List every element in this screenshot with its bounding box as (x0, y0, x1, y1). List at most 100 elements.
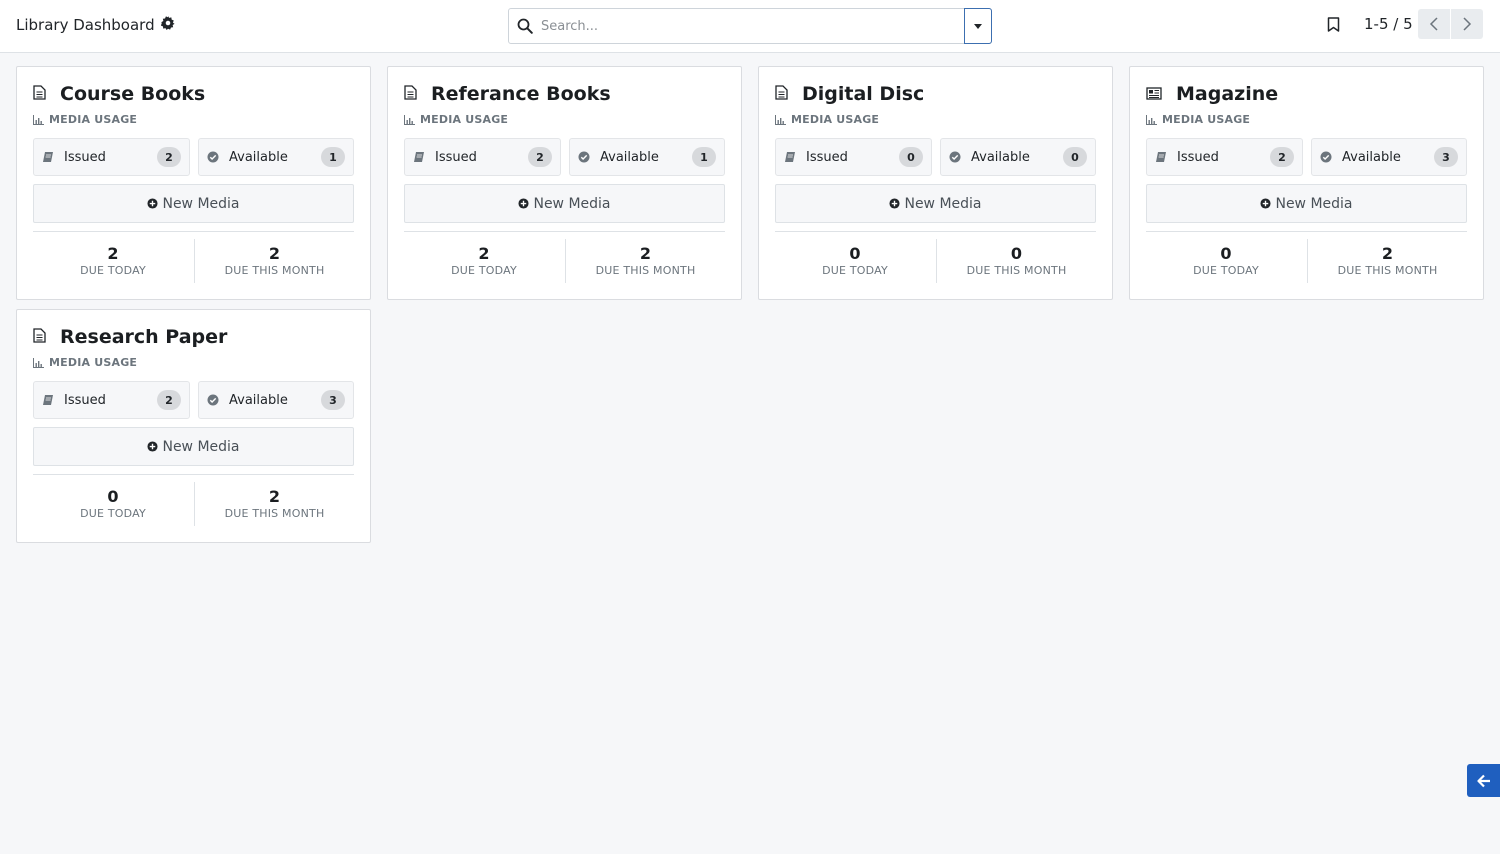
new-media-label: New Media (533, 195, 611, 212)
due-today-stat[interactable]: 0 DUE TODAY (1146, 239, 1306, 283)
due-today-stat[interactable]: 0 DUE TODAY (775, 239, 935, 283)
available-stat-button[interactable]: Available 3 (1311, 138, 1467, 176)
book-icon (414, 152, 424, 162)
card-title[interactable]: Digital Disc (802, 83, 924, 105)
document-icon (33, 327, 46, 347)
kanban-card: Research Paper MEDIA USAGE Issued 2 Avai… (16, 309, 371, 543)
check-circle-icon (949, 151, 961, 163)
book-icon (43, 395, 53, 405)
plus-circle-icon (518, 198, 530, 209)
due-month-stat[interactable]: 0 DUE THIS MONTH (936, 239, 1096, 283)
kanban-card: Referance Books MEDIA USAGE Issued 2 Ava… (387, 66, 742, 300)
bar-chart-icon (33, 357, 44, 368)
due-today-value: 2 (107, 244, 119, 263)
due-month-value: 2 (268, 244, 281, 263)
check-circle-icon (578, 151, 590, 163)
due-month-label: DUE THIS MONTH (1337, 264, 1438, 277)
new-media-button[interactable]: New Media (775, 184, 1096, 223)
issued-label: Issued (806, 149, 848, 165)
chevron-right-icon (1463, 17, 1472, 31)
available-stat-button[interactable]: Available 1 (198, 138, 354, 176)
available-stat-button[interactable]: Available 3 (198, 381, 354, 419)
due-month-stat[interactable]: 2 DUE THIS MONTH (194, 482, 354, 526)
available-count-badge: 0 (1063, 147, 1087, 167)
due-month-label: DUE THIS MONTH (966, 264, 1067, 277)
card-subtitle-label: MEDIA USAGE (49, 356, 138, 369)
plus-circle-icon (147, 198, 159, 209)
card-subtitle: MEDIA USAGE (33, 113, 137, 126)
issued-label: Issued (1177, 149, 1219, 165)
issued-count-badge: 2 (1270, 147, 1294, 167)
newspaper-icon (1146, 85, 1162, 104)
pager-value[interactable]: 1-5 / 5 (1364, 15, 1413, 33)
kanban-card: Digital Disc MEDIA USAGE Issued 0 Availa… (758, 66, 1113, 300)
due-today-label: DUE TODAY (80, 507, 146, 520)
top-bar: Library Dashboard 1-5 / 5 (0, 0, 1500, 53)
available-stat-button[interactable]: Available 0 (940, 138, 1096, 176)
pager-next-button[interactable] (1451, 9, 1483, 39)
search-options-toggle[interactable] (964, 8, 992, 44)
due-today-label: DUE TODAY (1193, 264, 1259, 277)
back-button[interactable] (1467, 764, 1500, 797)
card-header: Referance Books (404, 83, 611, 105)
due-month-value: 2 (1381, 244, 1394, 263)
card-header: Digital Disc (775, 83, 924, 105)
bar-chart-icon (1146, 114, 1157, 125)
document-icon (404, 84, 417, 104)
due-today-label: DUE TODAY (451, 264, 517, 277)
issued-stat-button[interactable]: Issued 0 (775, 138, 932, 176)
due-month-stat[interactable]: 2 DUE THIS MONTH (565, 239, 725, 283)
card-title[interactable]: Research Paper (60, 326, 227, 348)
card-subtitle: MEDIA USAGE (404, 113, 508, 126)
issued-stat-button[interactable]: Issued 2 (1146, 138, 1303, 176)
issued-stat-button[interactable]: Issued 2 (404, 138, 561, 176)
card-title[interactable]: Referance Books (431, 83, 611, 105)
bookmark-icon[interactable] (1324, 14, 1342, 34)
due-month-stat[interactable]: 2 DUE THIS MONTH (194, 239, 354, 283)
due-month-value: 0 (1010, 244, 1023, 263)
due-month-value: 2 (268, 487, 281, 506)
check-circle-icon (207, 394, 219, 406)
bar-chart-icon (33, 114, 44, 125)
available-label: Available (229, 149, 288, 165)
new-media-button[interactable]: New Media (33, 427, 354, 466)
plus-circle-icon (1260, 198, 1272, 209)
new-media-button[interactable]: New Media (33, 184, 354, 223)
due-today-label: DUE TODAY (80, 264, 146, 277)
kanban-card: Course Books MEDIA USAGE Issued 2 Availa… (16, 66, 371, 300)
search-icon (509, 9, 541, 43)
check-circle-icon (1320, 151, 1332, 163)
card-title[interactable]: Magazine (1176, 83, 1278, 105)
due-today-value: 0 (1220, 244, 1232, 263)
due-month-value: 2 (639, 244, 652, 263)
available-stat-button[interactable]: Available 1 (569, 138, 725, 176)
issued-count-badge: 2 (157, 390, 181, 410)
card-header: Research Paper (33, 326, 227, 348)
issued-stat-button[interactable]: Issued 2 (33, 381, 190, 419)
search-input[interactable] (541, 9, 964, 43)
card-subtitle-label: MEDIA USAGE (49, 113, 138, 126)
check-circle-icon (207, 151, 219, 163)
due-today-stat[interactable]: 2 DUE TODAY (404, 239, 564, 283)
bar-chart-icon (775, 114, 786, 125)
new-media-label: New Media (162, 438, 240, 455)
due-today-stat[interactable]: 2 DUE TODAY (33, 239, 193, 283)
breadcrumb: Library Dashboard (16, 16, 175, 34)
divider (775, 231, 1096, 232)
issued-stat-button[interactable]: Issued 2 (33, 138, 190, 176)
book-icon (785, 152, 795, 162)
bar-chart-icon (404, 114, 415, 125)
kanban-card: Magazine MEDIA USAGE Issued 2 Available … (1129, 66, 1484, 300)
card-title[interactable]: Course Books (60, 83, 205, 105)
available-label: Available (1342, 149, 1401, 165)
pager-previous-button[interactable] (1418, 9, 1450, 39)
due-today-stat[interactable]: 0 DUE TODAY (33, 482, 193, 526)
due-month-stat[interactable]: 2 DUE THIS MONTH (1307, 239, 1467, 283)
divider (33, 474, 354, 475)
plus-circle-icon (147, 441, 159, 452)
gear-icon[interactable] (160, 16, 175, 34)
new-media-button[interactable]: New Media (1146, 184, 1467, 223)
new-media-button[interactable]: New Media (404, 184, 725, 223)
available-count-badge: 3 (321, 390, 345, 410)
document-icon (775, 84, 788, 104)
